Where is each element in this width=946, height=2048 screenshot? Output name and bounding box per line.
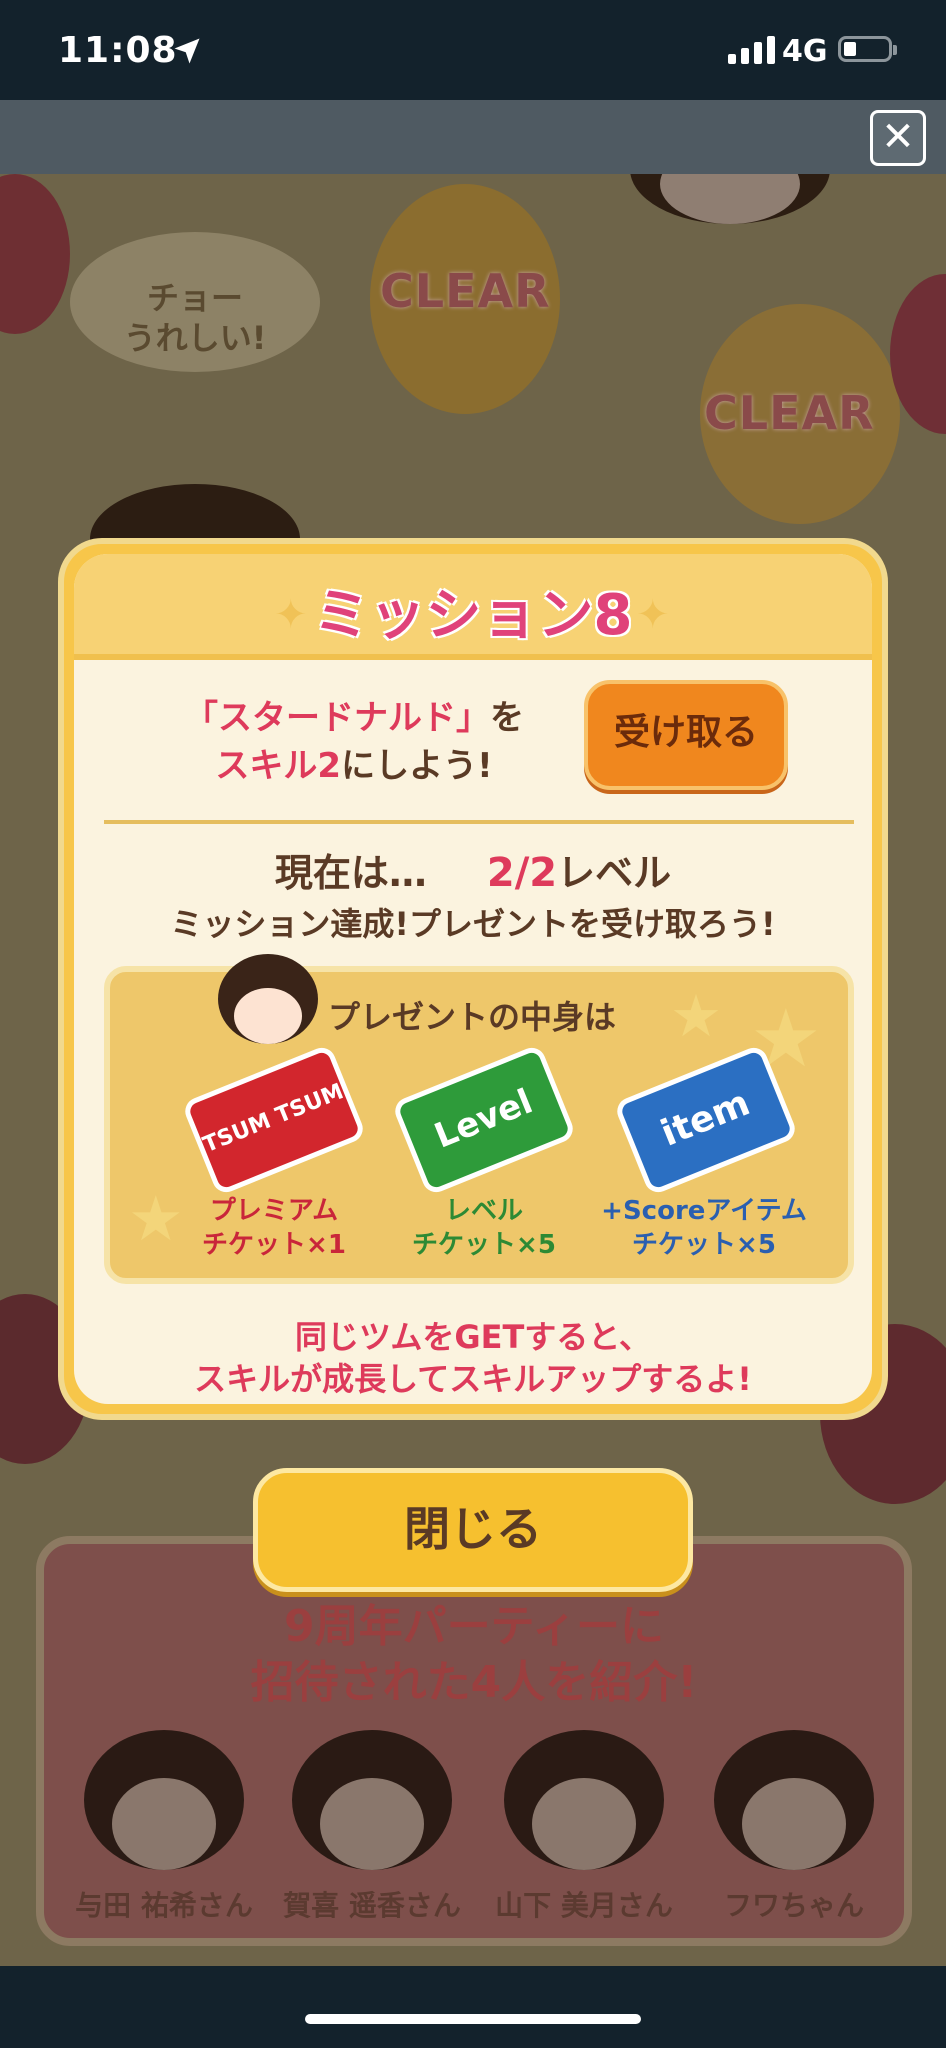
mission-description: 「スタードナルド」を スキル2にしよう!	[184, 698, 524, 786]
location-arrow-icon	[174, 38, 200, 64]
balloon	[0, 174, 70, 334]
member-name: フワちゃん	[723, 1889, 864, 1922]
present-heading: プレゼントの中身は	[328, 998, 617, 1036]
cellular-signal-icon	[728, 34, 775, 64]
member-avatar	[292, 1730, 452, 1880]
clear-label: CLEAR	[704, 386, 875, 440]
intro-title: 9周年パーティーに 招待された4人を紹介!	[250, 1601, 698, 1708]
top-bar	[0, 100, 946, 174]
level-ticket-icon: Level	[391, 1043, 577, 1197]
sparkle-icon: ✦	[636, 592, 670, 638]
home-indicator[interactable]	[305, 2014, 641, 2024]
close-x-button[interactable]: ✕	[870, 110, 926, 166]
member-name: 山下 美月さん	[495, 1889, 673, 1922]
member-avatar	[84, 1730, 244, 1880]
mission-title: ミッション8	[313, 583, 633, 648]
member-avatar	[504, 1730, 664, 1880]
skill-up-note: 同じツムをGETすると、 スキルが成長してスキルアップするよ!	[194, 1318, 752, 1398]
status-time: 11:08	[58, 30, 178, 71]
present-contents-box: プレゼントの中身は ★ ★ ★ TSUM TSUM Level item プレミ…	[104, 954, 854, 1284]
home-bar-area	[0, 1966, 946, 2048]
close-icon: ✕	[881, 114, 915, 160]
clear-label: CLEAR	[380, 264, 551, 318]
speech-bubble-text: チョー うれしい!	[123, 279, 267, 357]
reward-label: レベル チケット×5	[412, 1196, 556, 1260]
mission-dialog-body: ✦ ミッション8 ✦ 「スタードナルド」を スキル2にしよう! 受け取る 現在は…	[74, 554, 872, 1404]
receive-button[interactable]: 受け取る	[584, 680, 788, 790]
premium-ticket-icon: TSUM TSUM	[181, 1043, 367, 1197]
battery-icon	[838, 36, 897, 62]
member-name: 賀喜 遥香さん	[283, 1889, 461, 1922]
star-icon: ★	[670, 982, 722, 1050]
reward-label: +Scoreアイテム チケット×5	[601, 1196, 807, 1260]
member-avatar	[714, 1730, 874, 1880]
reward-label: プレミアム チケット×1	[202, 1196, 346, 1260]
network-type: 4G	[782, 34, 828, 69]
divider	[104, 820, 854, 824]
mission-dialog: ✦ ミッション8 ✦ 「スタードナルド」を スキル2にしよう! 受け取る 現在は…	[58, 538, 888, 1420]
item-ticket-icon: item	[613, 1043, 799, 1197]
status-bar: 11:08 4G	[0, 0, 946, 100]
current-level-status: 現在は… 2/2レベル	[274, 850, 672, 896]
close-button[interactable]: 閉じる	[253, 1468, 693, 1592]
mission-achieved-text: ミッション達成!プレゼントを受け取ろう!	[170, 905, 776, 943]
member-name: 与田 祐希さん	[75, 1889, 253, 1922]
character-avatar	[218, 954, 318, 1050]
mission-dialog-header: ✦ ミッション8 ✦	[74, 554, 872, 660]
